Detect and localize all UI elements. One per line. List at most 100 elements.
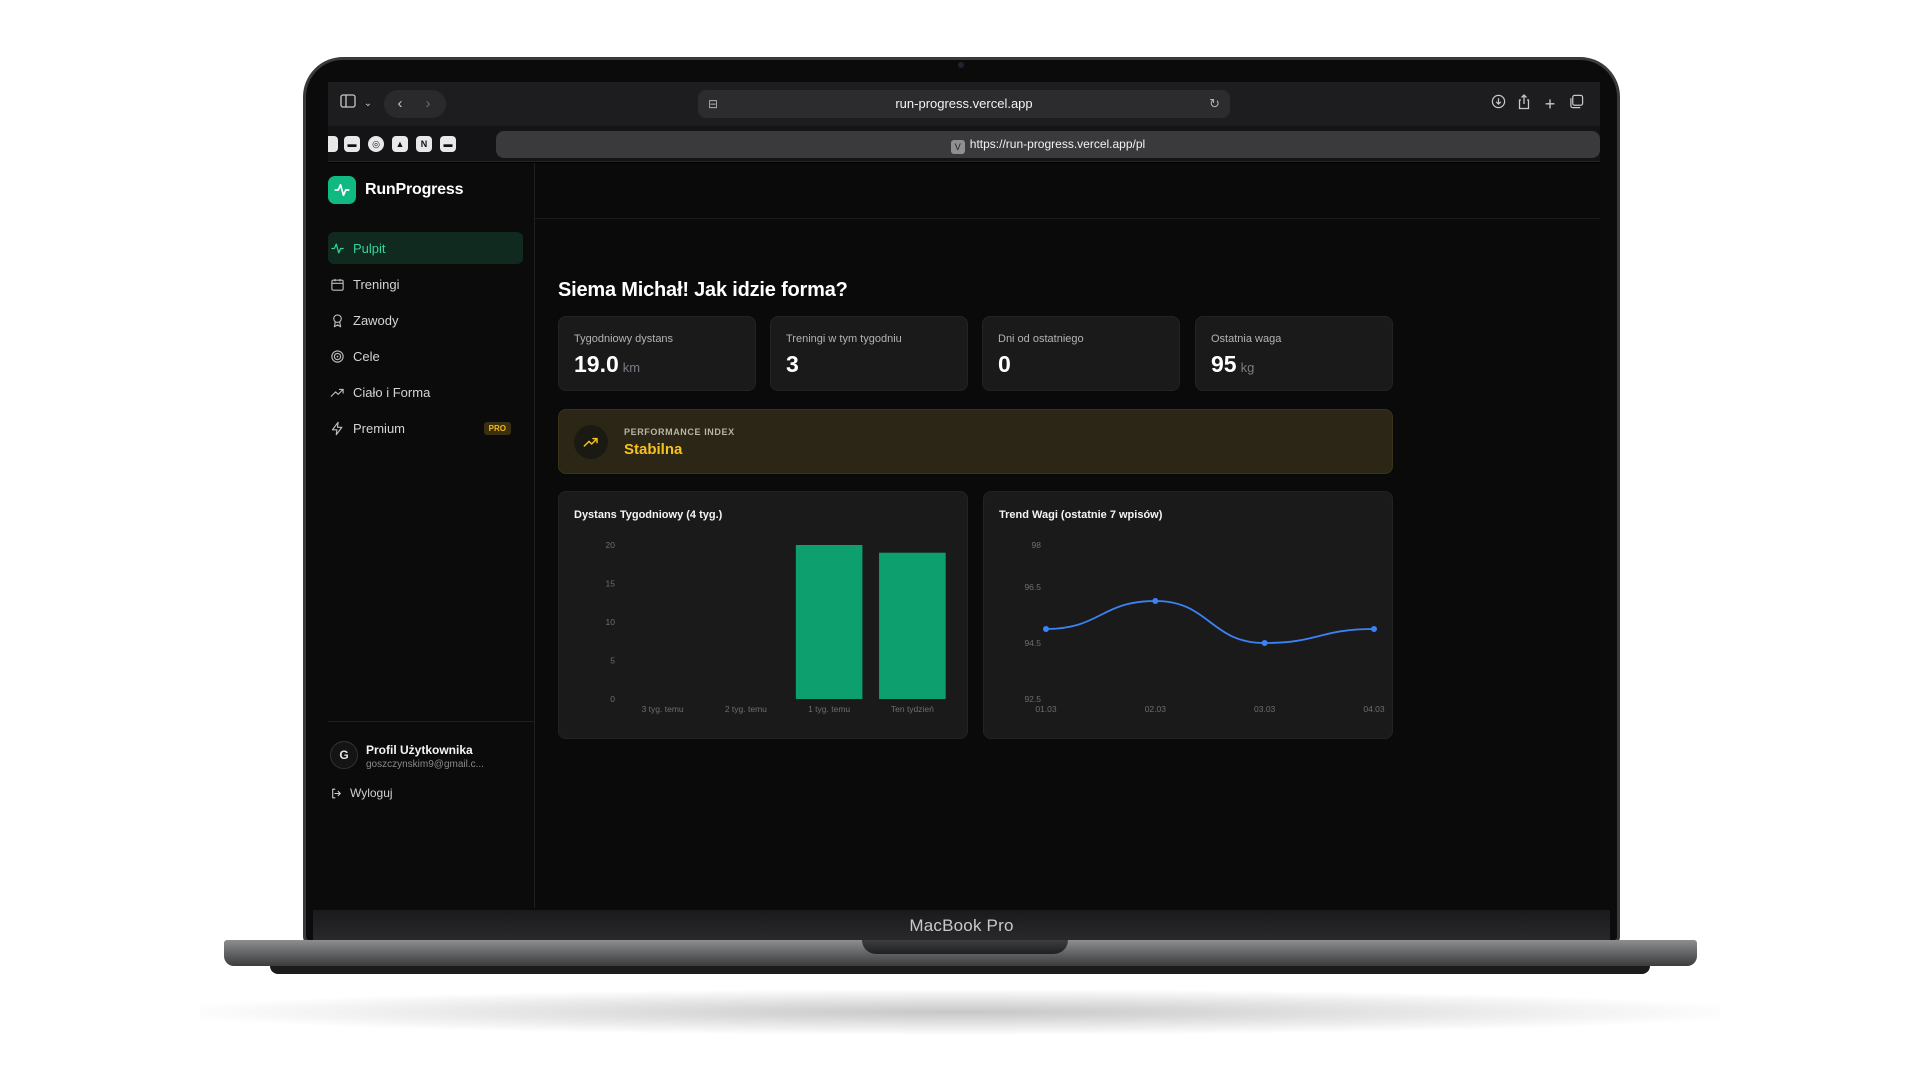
y-tick-label: 15 xyxy=(606,579,616,589)
performance-index-card: PERFORMANCE INDEX Stabilna xyxy=(558,409,1393,474)
sidebar-toggle-icon[interactable] xyxy=(338,94,358,114)
camera-icon xyxy=(958,62,964,68)
favorite-icon[interactable]: N xyxy=(416,136,432,152)
x-tick-label: Ten tydzień xyxy=(891,704,934,714)
tabs-overview-icon[interactable] xyxy=(1566,94,1586,114)
x-tick-label: 1 tyg. temu xyxy=(808,704,850,714)
stat-value: 3 xyxy=(786,351,799,378)
laptop-shadow xyxy=(200,990,1720,1034)
logout-button[interactable]: Wyloguj xyxy=(330,786,393,800)
tab-favicon: V xyxy=(950,140,965,154)
performance-value: Stabilna xyxy=(624,441,683,458)
new-tab-icon[interactable]: + xyxy=(1540,94,1560,114)
brand[interactable]: RunProgress xyxy=(328,175,463,205)
stat-card-last-weight: Ostatnia waga 95 kg xyxy=(1195,316,1393,391)
back-icon[interactable]: ‹ xyxy=(390,94,410,114)
y-tick-label: 20 xyxy=(606,540,616,550)
x-tick-label: 04.03 xyxy=(1363,704,1385,714)
download-icon[interactable] xyxy=(1488,94,1508,114)
sidebar-item-zawody[interactable]: Zawody xyxy=(328,304,523,336)
chevron-down-icon[interactable]: ⌄ xyxy=(358,94,378,114)
x-tick-label: 02.03 xyxy=(1145,704,1167,714)
x-tick-label: 3 tyg. temu xyxy=(642,704,684,714)
sidebar-item-label: Treningi xyxy=(353,276,400,292)
data-point xyxy=(1043,626,1049,632)
chart-title: Dystans Tygodniowy (4 tyg.) xyxy=(574,509,723,521)
sidebar-item-label: Pulpit xyxy=(353,240,386,256)
data-point xyxy=(1261,640,1268,646)
sidebar-nav: Pulpit Treningi Zawody Cele Ciało i Form… xyxy=(328,232,523,448)
favorite-icon[interactable]: ▬ xyxy=(440,136,456,152)
page-settings-icon[interactable]: ⊟ xyxy=(708,90,718,118)
bar xyxy=(879,552,946,699)
screen: ⌄ ‹ › ⊟ run-progress.vercel.app ↻ + ▬ ◎ … xyxy=(328,82,1600,908)
favorite-icon[interactable]: ▬ xyxy=(344,136,360,152)
y-tick-label: 98 xyxy=(1032,540,1042,550)
lightning-icon xyxy=(331,421,343,435)
address-bar[interactable]: ⊟ run-progress.vercel.app ↻ xyxy=(698,90,1230,118)
page-title: Siema Michał! Jak idzie forma? xyxy=(558,279,848,301)
bar xyxy=(795,545,863,699)
sidebar-item-premium[interactable]: Premium PRO xyxy=(328,412,523,444)
sidebar-item-label: Ciało i Forma xyxy=(353,384,431,400)
stat-label: Ostatnia waga xyxy=(1211,333,1282,345)
sidebar: RunProgress Pulpit Treningi Zawody Cele … xyxy=(328,163,535,908)
laptop-feet xyxy=(270,966,1650,974)
sidebar-item-label: Premium xyxy=(353,420,406,436)
x-tick-label: 01.03 xyxy=(1035,704,1057,714)
trending-up-icon xyxy=(330,388,344,397)
sidebar-item-cele[interactable]: Cele xyxy=(328,340,523,372)
reload-icon[interactable]: ↻ xyxy=(1209,90,1220,118)
sidebar-item-pulpit[interactable]: Pulpit xyxy=(328,232,523,264)
sidebar-item-label: Cele xyxy=(353,348,380,364)
performance-label: PERFORMANCE INDEX xyxy=(624,427,735,437)
sidebar-item-treningi[interactable]: Treningi xyxy=(328,268,523,300)
favorite-icon[interactable]: ▲ xyxy=(392,136,408,152)
active-tab[interactable]: Vhttps://run-progress.vercel.app/pl xyxy=(496,131,1600,158)
stat-value: 19.0 km xyxy=(574,351,640,378)
brand-name: RunProgress xyxy=(365,181,464,198)
stat-card-weekly-distance: Tygodniowy dystans 19.0 km xyxy=(558,316,756,391)
y-tick-label: 10 xyxy=(606,617,616,627)
history-nav: ‹ › xyxy=(384,90,446,118)
laptop-notch xyxy=(862,940,1068,954)
calendar-icon xyxy=(331,278,344,291)
profile-name[interactable]: Profil Użytkownika xyxy=(366,743,473,757)
y-tick-label: 94.5 xyxy=(1024,638,1041,648)
stat-value: 95 kg xyxy=(1211,351,1254,378)
share-icon[interactable] xyxy=(1514,94,1534,114)
stat-value: 0 xyxy=(998,351,1011,378)
target-icon xyxy=(331,349,344,363)
data-point xyxy=(1371,626,1377,632)
x-tick-label: 2 tyg. temu xyxy=(725,704,767,714)
sidebar-item-cialo-i-forma[interactable]: Ciało i Forma xyxy=(328,376,523,408)
weekly-distance-chart: 0 5 10 15 20 3 tyg. temu 2 tyg. temu 1 tyg. tem… xyxy=(606,540,946,714)
favorite-icon[interactable]: ◎ xyxy=(368,136,384,152)
address-text: run-progress.vercel.app xyxy=(895,96,1033,111)
y-tick-label: 96.5 xyxy=(1024,582,1041,592)
trending-up-icon xyxy=(574,425,608,459)
stat-number: 95 xyxy=(1211,351,1237,377)
stat-card-days-since-last: Dni od ostatniego 0 xyxy=(982,316,1180,391)
logout-icon xyxy=(332,788,341,798)
weekly-distance-chart-card: 0 5 10 15 20 3 tyg. temu 2 tyg. temu 1 tyg. tem… xyxy=(558,491,968,739)
browser-toolbar: ⌄ ‹ › ⊟ run-progress.vercel.app ↻ + xyxy=(328,82,1600,126)
stat-unit: km xyxy=(622,360,641,375)
tab-bar: ▬ ◎ ▲ N ▬ Vhttps://run-progress.vercel.a… xyxy=(328,126,1600,162)
y-tick-label: 5 xyxy=(610,656,615,666)
logout-label: Wyloguj xyxy=(350,786,393,800)
sidebar-item-label: Zawody xyxy=(353,312,399,328)
activity-logo-icon xyxy=(328,176,356,204)
device-label: MacBook Pro xyxy=(313,910,1610,942)
stat-number: 19.0 xyxy=(574,351,619,377)
stat-number: 3 xyxy=(786,351,799,377)
avatar[interactable]: G xyxy=(330,741,358,769)
forward-icon[interactable]: › xyxy=(418,94,438,114)
app: RunProgress Pulpit Treningi Zawody Cele … xyxy=(328,163,1600,908)
favorite-icon[interactable] xyxy=(328,136,338,152)
stat-number: 0 xyxy=(998,351,1011,377)
header-divider xyxy=(535,218,1600,219)
tab-url: https://run-progress.vercel.app/pl xyxy=(969,137,1146,151)
stat-unit: kg xyxy=(1240,360,1255,375)
y-tick-label: 0 xyxy=(610,694,615,704)
